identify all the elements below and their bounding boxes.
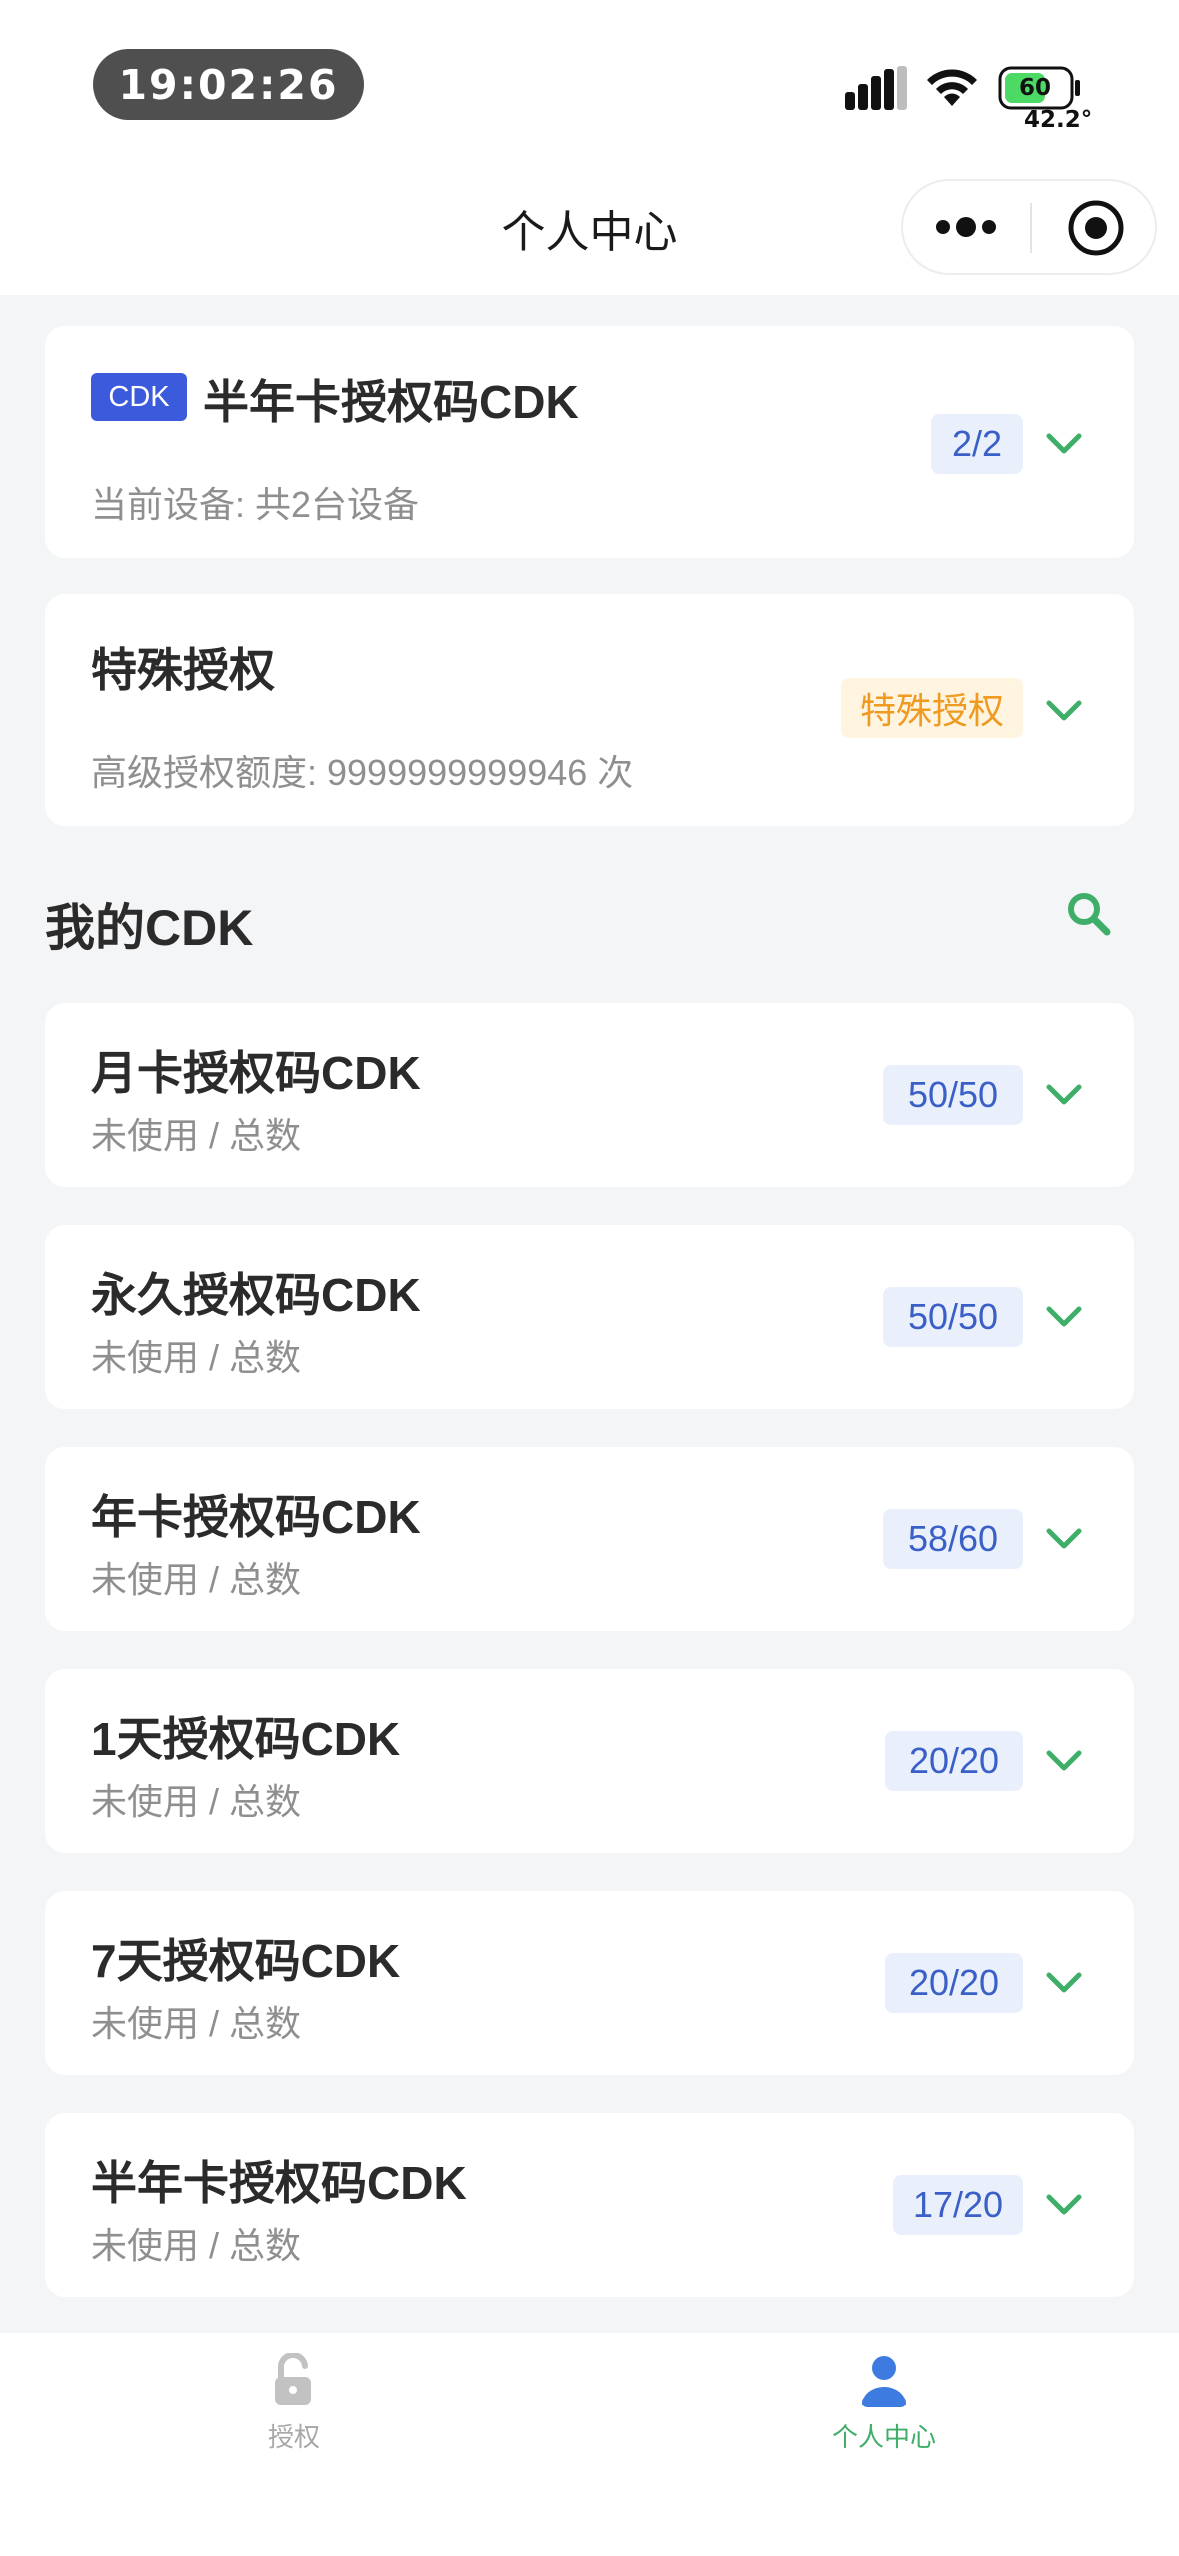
cdk-item-title: 永久授权码CDK <box>91 1269 421 1321</box>
chevron-down-icon[interactable] <box>1045 1082 1083 1108</box>
more-icon[interactable] <box>933 207 999 247</box>
tab-authorization[interactable]: 授权 <box>174 2353 414 2473</box>
user-icon <box>862 2356 906 2407</box>
cdk-item-card[interactable]: 永久授权码CDK 未使用 / 总数 50/50 <box>45 1225 1134 1409</box>
cdk-item-subtitle: 未使用 / 总数 <box>91 2003 302 2044</box>
lock-icon <box>275 2353 311 2405</box>
cdk-count-badge: 20/20 <box>885 1953 1023 2013</box>
authorization-title: 半年卡授权码CDK <box>203 376 579 428</box>
cdk-count-badge: 17/20 <box>893 2175 1023 2235</box>
cdk-item-subtitle: 未使用 / 总数 <box>91 1337 302 1378</box>
chevron-down-icon[interactable] <box>1045 1526 1083 1552</box>
search-icon[interactable] <box>1065 890 1113 938</box>
tab-label: 个人中心 <box>831 2422 936 2452</box>
capsule-divider <box>1030 203 1032 253</box>
cdk-item-title: 年卡授权码CDK <box>91 1491 421 1543</box>
cdk-item-title: 1天授权码CDK <box>91 1713 401 1765</box>
mini-program-capsule <box>901 179 1157 275</box>
cdk-count-badge: 50/50 <box>883 1065 1023 1125</box>
cdk-item-title: 月卡授权码CDK <box>91 1047 421 1099</box>
cdk-count-badge: 58/60 <box>883 1509 1023 1569</box>
wifi-icon <box>927 69 977 106</box>
cdk-item-subtitle: 未使用 / 总数 <box>91 1115 302 1156</box>
authorization-card-special[interactable]: 特殊授权 高级授权额度: 9999999999946 次 特殊授权 <box>45 594 1134 826</box>
authorization-title: 特殊授权 <box>91 644 275 696</box>
chevron-down-icon[interactable] <box>1045 1970 1083 1996</box>
temperature-readout: 42.2° <box>1024 107 1093 133</box>
status-time: 19:02:26 <box>93 49 364 120</box>
cdk-item-title: 7天授权码CDK <box>91 1935 401 1987</box>
cdk-tag: CDK <box>91 373 187 421</box>
tab-bar: 授权 个人中心 <box>0 2333 1179 2556</box>
close-target-icon[interactable] <box>1066 198 1126 258</box>
cellular-signal-icon <box>845 66 907 110</box>
cdk-item-card[interactable]: 1天授权码CDK 未使用 / 总数 20/20 <box>45 1669 1134 1853</box>
cdk-count-badge: 50/50 <box>883 1287 1023 1347</box>
tab-label: 授权 <box>267 2422 320 2452</box>
nav-bar: 个人中心 <box>0 170 1179 295</box>
cdk-item-card[interactable]: 7天授权码CDK 未使用 / 总数 20/20 <box>45 1891 1134 2075</box>
cdk-item-title: 半年卡授权码CDK <box>91 2157 467 2209</box>
special-authorization-badge: 特殊授权 <box>841 678 1023 738</box>
authorization-card-cdk[interactable]: CDK 半年卡授权码CDK 当前设备: 共2台设备 2/2 <box>45 326 1134 558</box>
status-bar: 19:02:26 60 42.2° <box>0 0 1179 170</box>
chevron-down-icon[interactable] <box>1045 2192 1083 2218</box>
authorization-subtitle: 高级授权额度: 9999999999946 次 <box>91 752 634 793</box>
cdk-item-card[interactable]: 年卡授权码CDK 未使用 / 总数 58/60 <box>45 1447 1134 1631</box>
device-count-badge: 2/2 <box>931 414 1023 474</box>
chevron-down-icon[interactable] <box>1045 1748 1083 1774</box>
battery-level: 60 <box>1018 75 1051 101</box>
cdk-item-subtitle: 未使用 / 总数 <box>91 1559 302 1600</box>
cdk-item-subtitle: 未使用 / 总数 <box>91 2225 302 2266</box>
cdk-item-card[interactable]: 半年卡授权码CDK 未使用 / 总数 17/20 <box>45 2113 1134 2297</box>
section-title-my-cdk: 我的CDK <box>45 900 254 956</box>
authorization-subtitle: 当前设备: 共2台设备 <box>91 484 420 525</box>
cdk-item-subtitle: 未使用 / 总数 <box>91 1781 302 1822</box>
cdk-count-badge: 20/20 <box>885 1731 1023 1791</box>
tab-profile[interactable]: 个人中心 <box>764 2353 1004 2473</box>
chevron-down-icon[interactable] <box>1045 431 1083 457</box>
cdk-item-card[interactable]: 月卡授权码CDK 未使用 / 总数 50/50 <box>45 1003 1134 1187</box>
chevron-down-icon[interactable] <box>1045 1304 1083 1330</box>
chevron-down-icon[interactable] <box>1045 698 1083 724</box>
